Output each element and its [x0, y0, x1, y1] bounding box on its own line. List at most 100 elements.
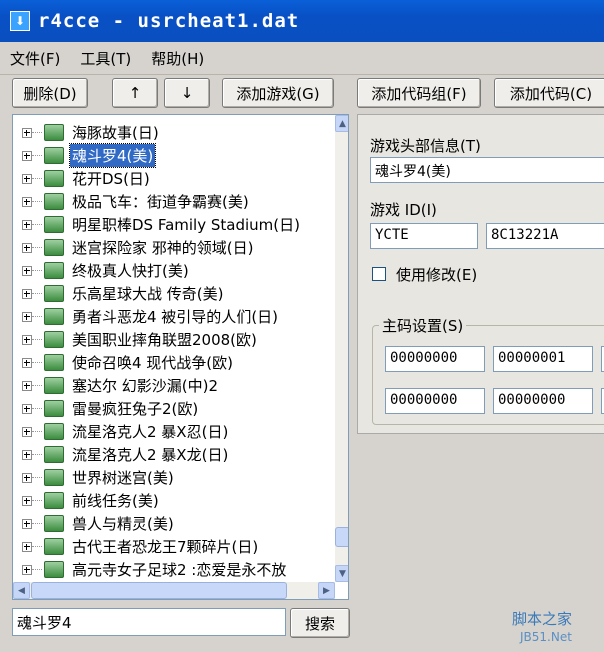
expand-plus-icon[interactable] [22, 357, 32, 368]
tree-row[interactable]: 勇者斗恶龙4 被引导的人们(日) [13, 305, 280, 328]
menu-bar: 文件(F) 工具(T) 帮助(H) [0, 42, 604, 75]
tree-row-label[interactable]: 迷宫探险家 邪神的领域(日) [70, 236, 255, 259]
tree-row-label[interactable]: 终极真人快打(美) [70, 259, 191, 282]
tree-row[interactable]: 世界树迷宫(美) [13, 466, 176, 489]
game-icon [44, 193, 64, 210]
tree-connector [32, 545, 42, 548]
tree-connector [32, 223, 42, 226]
tree-connector [32, 177, 42, 180]
tree-row-label[interactable]: 古代王者恐龙王7颗碎片(日) [70, 535, 260, 558]
tree-row[interactable]: 前线任务(美) [13, 489, 161, 512]
tree-row[interactable]: 美国职业摔角联盟2008(欧) [13, 328, 259, 351]
tree-row[interactable]: 流星洛克人2 暴X龙(日) [13, 443, 230, 466]
game-id-field[interactable]: YCTE [370, 223, 478, 249]
tree-row[interactable]: 明星职棒DS Family Stadium(日) [13, 213, 302, 236]
expand-plus-icon[interactable] [22, 472, 32, 483]
expand-plus-icon[interactable] [22, 288, 32, 299]
use-modify-label[interactable]: 使用修改(E) [396, 264, 477, 285]
expand-plus-icon[interactable] [22, 449, 32, 460]
tree-row-label[interactable]: 乐高星球大战 传奇(美) [70, 282, 225, 305]
add-code-group-button[interactable]: 添加代码组(F) [357, 78, 481, 108]
expand-plus-icon[interactable] [22, 403, 32, 414]
move-up-button[interactable]: ↑ [112, 78, 158, 108]
tree-connector [32, 338, 42, 341]
title-bar[interactable]: ⬇ r4cce - usrcheat1.dat [0, 0, 604, 42]
expand-plus-icon[interactable] [22, 564, 32, 575]
tree-row-label[interactable]: 美国职业摔角联盟2008(欧) [70, 328, 259, 351]
game-crc-field[interactable]: 8C13221A [486, 223, 604, 249]
tree-row[interactable]: 终极真人快打(美) [13, 259, 191, 282]
tree-row[interactable]: 乐高星球大战 传奇(美) [13, 282, 225, 305]
tree-row-label[interactable]: 前线任务(美) [70, 489, 161, 512]
scroll-left-icon[interactable]: ◀ [13, 582, 30, 599]
master-code-field-4[interactable]: 00000000 [385, 388, 485, 414]
vertical-scrollbar[interactable]: ▲ ▼ [335, 115, 348, 582]
expand-plus-icon[interactable] [22, 150, 32, 161]
tree-row-label[interactable]: 高元寺女子足球2 :恋爱是永不放 [70, 558, 288, 581]
delete-button[interactable]: 删除(D) [12, 78, 88, 108]
scroll-up-icon[interactable]: ▲ [335, 115, 348, 132]
horizontal-scrollbar[interactable]: ◀ ▶ [13, 582, 335, 599]
tree-row-label[interactable]: 塞达尔 幻影沙漏(中)2 [70, 374, 220, 397]
tree-row[interactable]: 极品飞车：街道争霸赛(美) [13, 190, 251, 213]
expand-plus-icon[interactable] [22, 127, 32, 138]
expand-plus-icon[interactable] [22, 219, 32, 230]
menu-tools[interactable]: 工具(T) [70, 48, 141, 69]
expand-plus-icon[interactable] [22, 173, 32, 184]
tree-row[interactable]: 流星洛克人2 暴X忍(日) [13, 420, 230, 443]
tree-row[interactable]: 迷宫探险家 邪神的领域(日) [13, 236, 255, 259]
tree-row[interactable]: 高元寺女子足球2 :恋爱是永不放 [13, 558, 288, 581]
tree-row[interactable]: 使命召唤4 现代战争(欧) [13, 351, 235, 374]
game-icon [44, 377, 64, 394]
tree-row[interactable]: 魂斗罗4(美) [13, 143, 157, 168]
horizontal-scroll-thumb[interactable] [31, 582, 287, 599]
expand-plus-icon[interactable] [22, 541, 32, 552]
expand-plus-icon[interactable] [22, 242, 32, 253]
expand-plus-icon[interactable] [22, 518, 32, 529]
scroll-down-icon[interactable]: ▼ [335, 565, 348, 582]
tree-row[interactable]: 雷曼疯狂兔子2(欧) [13, 397, 200, 420]
expand-plus-icon[interactable] [22, 311, 32, 322]
master-code-field-5[interactable]: 00000000 [493, 388, 593, 414]
tree-row[interactable]: 兽人与精灵(美) [13, 512, 176, 535]
tree-row-label[interactable]: 勇者斗恶龙4 被引导的人们(日) [70, 305, 280, 328]
tree-row-label[interactable]: 海豚故事(日) [70, 121, 161, 144]
search-button[interactable]: 搜索 [290, 608, 350, 638]
tree-row[interactable]: 塞达尔 幻影沙漏(中)2 [13, 374, 220, 397]
master-code-field-1[interactable]: 00000000 [385, 346, 485, 372]
tree-row-label[interactable]: 魂斗罗4(美) [68, 143, 157, 168]
expand-plus-icon[interactable] [22, 380, 32, 391]
move-down-button[interactable]: ↓ [164, 78, 210, 108]
tree-row-label[interactable]: 雷曼疯狂兔子2(欧) [70, 397, 200, 420]
expand-plus-icon[interactable] [22, 196, 32, 207]
master-code-field-2[interactable]: 00000001 [493, 346, 593, 372]
tree-row[interactable]: 古代王者恐龙王7颗碎片(日) [13, 535, 260, 558]
tree-row[interactable]: 海豚故事(日) [13, 121, 161, 144]
scroll-right-icon[interactable]: ▶ [318, 582, 335, 599]
menu-file[interactable]: 文件(F) [0, 48, 70, 69]
tree-connector [32, 361, 42, 364]
tree-connector [32, 200, 42, 203]
expand-plus-icon[interactable] [22, 265, 32, 276]
game-tree[interactable]: 海豚故事(日) 魂斗罗4(美) 花开DS(日) 极品飞车：街道争霸赛(美) 明星职棒DS… [12, 114, 349, 600]
expand-plus-icon[interactable] [22, 495, 32, 506]
vertical-scroll-thumb[interactable] [335, 527, 348, 547]
add-code-button[interactable]: 添加代码(C) [494, 78, 604, 108]
tree-row-label[interactable]: 明星职棒DS Family Stadium(日) [70, 213, 302, 236]
header-info-field[interactable]: 魂斗罗4(美) [370, 157, 604, 183]
search-input[interactable]: 魂斗罗4 [12, 608, 286, 636]
tree-row-label[interactable]: 世界树迷宫(美) [70, 466, 176, 489]
expand-plus-icon[interactable] [22, 426, 32, 437]
tree-row-label[interactable]: 兽人与精灵(美) [70, 512, 176, 535]
tree-row-label[interactable]: 流星洛克人2 暴X忍(日) [70, 420, 230, 443]
master-code-label: 主码设置(S) [379, 315, 467, 336]
expand-plus-icon[interactable] [22, 334, 32, 345]
tree-row-label[interactable]: 流星洛克人2 暴X龙(日) [70, 443, 230, 466]
add-game-button[interactable]: 添加游戏(G) [222, 78, 334, 108]
menu-help[interactable]: 帮助(H) [141, 48, 214, 69]
tree-row-label[interactable]: 使命召唤4 现代战争(欧) [70, 351, 235, 374]
tree-row[interactable]: 花开DS(日) [13, 167, 152, 190]
use-modify-checkbox[interactable] [372, 267, 386, 281]
tree-row-label[interactable]: 花开DS(日) [70, 167, 152, 190]
tree-row-label[interactable]: 极品飞车：街道争霸赛(美) [70, 190, 251, 213]
